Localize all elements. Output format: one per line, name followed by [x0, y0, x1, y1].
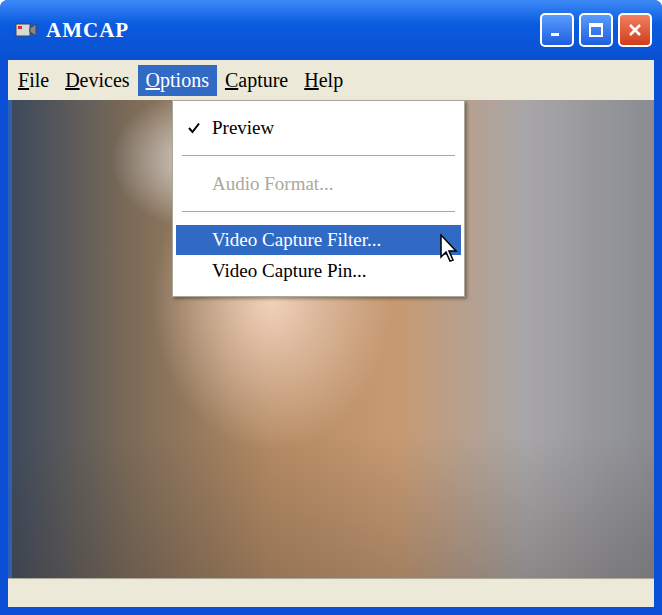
close-button[interactable] [618, 13, 652, 47]
menu-entry[interactable]: Audio Format... [176, 169, 461, 199]
options-menu: Preview Audio Format... Video Capture Filt… [172, 100, 465, 297]
check-icon [187, 121, 201, 135]
menu-item[interactable]: Devices [57, 65, 137, 96]
menu-separator [176, 143, 461, 169]
menu-bar: FileDevicesOptionsCaptureHelp [8, 60, 654, 100]
menu-separator [176, 199, 461, 225]
minimize-icon [547, 20, 567, 40]
minimize-button[interactable] [540, 13, 574, 47]
menu-entry[interactable]: Video Capture Filter... [176, 225, 461, 255]
maximize-icon [586, 20, 606, 40]
mouse-pointer-icon [440, 234, 460, 264]
menu-entry[interactable]: Preview [176, 113, 461, 143]
menu-item[interactable]: File [10, 65, 57, 96]
menu-item[interactable]: Capture [217, 65, 296, 96]
camera-icon [14, 18, 38, 42]
menu-item[interactable]: Help [296, 65, 351, 96]
status-bar [8, 578, 654, 607]
window-title: AMCAP [46, 18, 129, 43]
menu-item[interactable]: Options [138, 65, 217, 96]
menu-entry[interactable]: Video Capture Pin... [176, 255, 461, 287]
title-bar: AMCAP [0, 0, 662, 60]
maximize-button[interactable] [579, 13, 613, 47]
close-icon [625, 20, 645, 40]
amcap-window: AMCAPFileDevicesOptionsCaptureHelpPrevie… [0, 0, 662, 615]
